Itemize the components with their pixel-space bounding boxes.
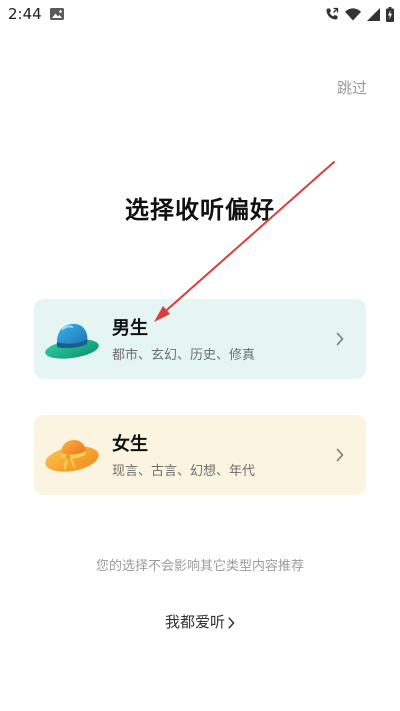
battery-charging-icon (386, 6, 394, 22)
cellular-signal-icon (367, 7, 380, 21)
status-bar: 2:44 (0, 0, 400, 28)
status-time: 2:44 (8, 5, 42, 23)
option-card-female[interactable]: 女生 现言、古言、幻想、年代 (34, 415, 366, 495)
call-forward-icon (326, 7, 339, 20)
like-all-label: 我都爱听 (164, 613, 225, 631)
chevron-right-icon (336, 332, 344, 346)
chevron-right-icon (228, 616, 235, 629)
orange-sunhat-icon (45, 440, 99, 472)
chevron-right-icon (336, 448, 344, 462)
option-subtitle-female: 现言、古言、幻想、年代 (112, 464, 256, 479)
green-hat-icon (45, 323, 99, 359)
skip-button[interactable]: 跳过 (337, 77, 367, 98)
wifi-icon (345, 7, 361, 20)
option-subtitle-male: 都市、玄幻、历史、修真 (112, 348, 256, 363)
preference-note: 您的选择不会影响其它类型内容推荐 (95, 559, 304, 574)
page-title: 选择收听偏好 (125, 196, 275, 224)
option-title-female: 女生 (112, 434, 148, 455)
like-all-button[interactable]: 我都爱听 (0, 611, 400, 632)
status-icons (325, 6, 394, 22)
option-card-male[interactable]: 男生 都市、玄幻、历史、修真 (34, 299, 366, 379)
option-title-male: 男生 (112, 318, 148, 339)
image-icon (50, 8, 64, 20)
